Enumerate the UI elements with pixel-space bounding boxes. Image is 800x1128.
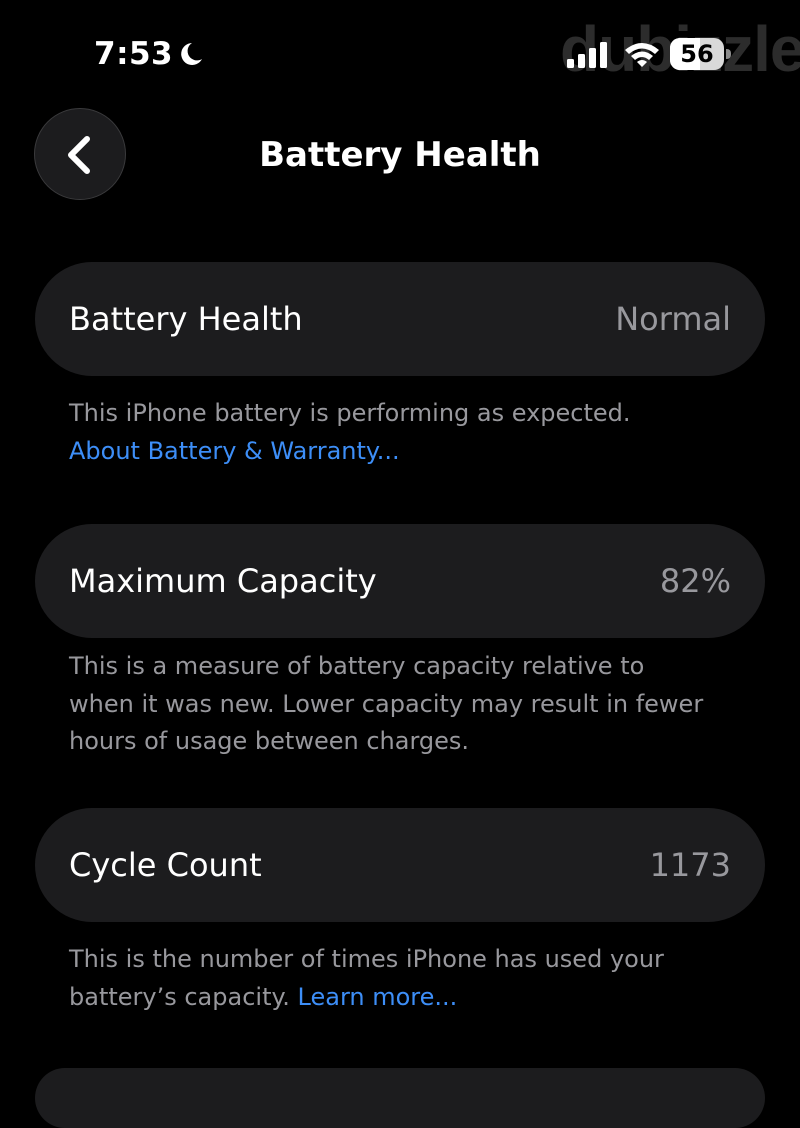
battery-body: 56 — [670, 38, 724, 70]
battery-health-footnote: This iPhone battery is performing as exp… — [69, 395, 769, 470]
battery-icon: 56 — [670, 38, 732, 70]
battery-health-row: Battery Health Normal — [35, 262, 765, 376]
maximum-capacity-footnote: This is a measure of battery capacity re… — [69, 648, 769, 761]
wifi-icon — [625, 43, 659, 67]
cycle-count-label: Cycle Count — [69, 846, 262, 884]
cellular-signal-icon — [567, 42, 607, 68]
about-battery-warranty-link[interactable]: About Battery & Warranty... — [69, 437, 400, 465]
next-settings-row[interactable] — [35, 1068, 765, 1128]
cycle-count-footnote-line-1: This is the number of times iPhone has u… — [69, 945, 664, 973]
cycle-count-footnote: This is the number of times iPhone has u… — [69, 941, 769, 1016]
learn-more-link[interactable]: Learn more... — [298, 983, 458, 1011]
maximum-capacity-footnote-line-3: hours of usage between charges. — [69, 727, 470, 755]
battery-health-description: This iPhone battery is performing as exp… — [69, 399, 631, 427]
maximum-capacity-label: Maximum Capacity — [69, 562, 377, 600]
cycle-count-row: Cycle Count 1173 — [35, 808, 765, 922]
page-title: Battery Health — [259, 135, 541, 175]
battery-percent: 56 — [680, 40, 714, 68]
battery-tip — [726, 49, 731, 59]
status-time: 7:53 — [94, 36, 174, 72]
battery-health-value: Normal — [615, 300, 731, 338]
status-bar: dubizzle 7:53 56 — [0, 0, 800, 100]
maximum-capacity-footnote-line-2: when it was new. Lower capacity may resu… — [69, 689, 704, 718]
battery-health-label: Battery Health — [69, 300, 303, 338]
maximum-capacity-row: Maximum Capacity 82% — [35, 524, 765, 638]
cycle-count-footnote-line-2: battery’s capacity. — [69, 982, 290, 1011]
maximum-capacity-footnote-line-1: This is a measure of battery capacity re… — [69, 652, 645, 680]
maximum-capacity-value: 82% — [659, 562, 731, 600]
cycle-count-value: 1173 — [649, 846, 731, 884]
moon-icon — [181, 43, 202, 65]
